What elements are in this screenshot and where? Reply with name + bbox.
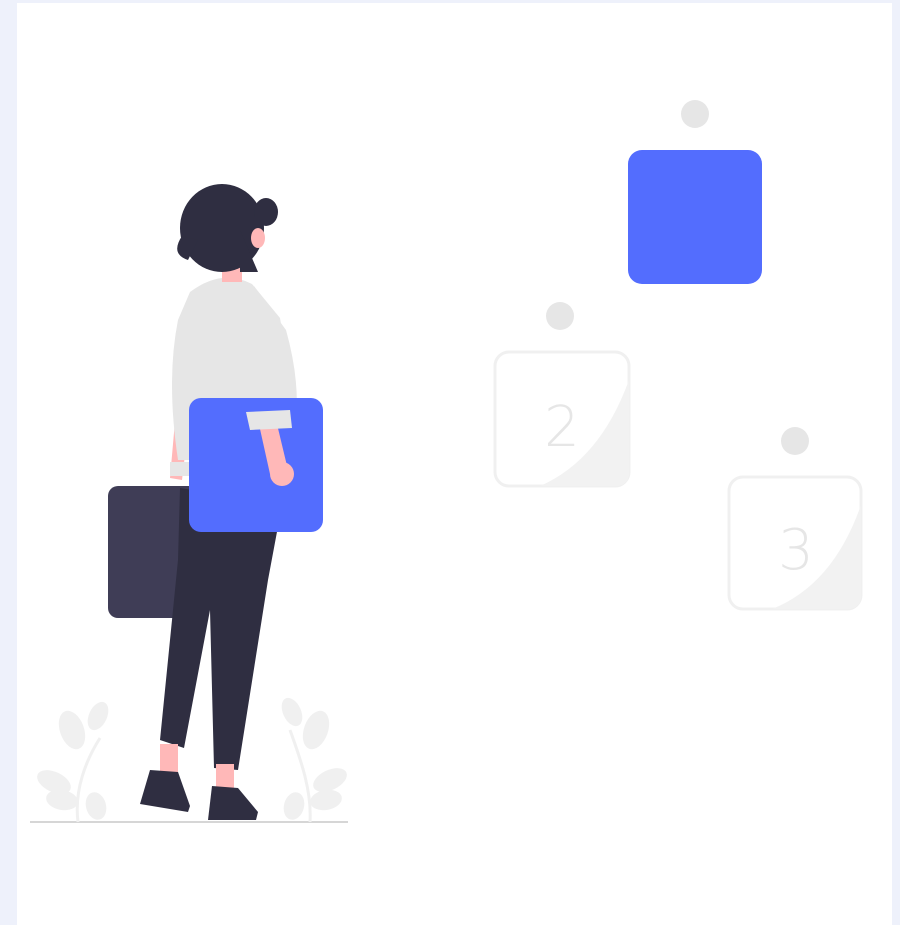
hand <box>270 462 294 486</box>
plant-right <box>281 697 347 823</box>
step-3-dot <box>781 427 809 455</box>
step-3-number: 3 <box>778 518 814 583</box>
onboarding-steps-illustration: 2 3 <box>30 100 863 823</box>
step-2-card: 2 <box>493 350 631 488</box>
plant-left <box>37 701 109 823</box>
shoe-right <box>208 786 258 820</box>
shoe-left <box>140 770 190 812</box>
step-3-card: 3 <box>727 475 863 611</box>
step-2-dot <box>546 302 574 330</box>
step-1-card <box>628 150 762 284</box>
step-1-dot <box>681 100 709 128</box>
step-2-number: 2 <box>544 395 580 460</box>
person-figure <box>108 184 323 820</box>
head <box>177 184 278 272</box>
